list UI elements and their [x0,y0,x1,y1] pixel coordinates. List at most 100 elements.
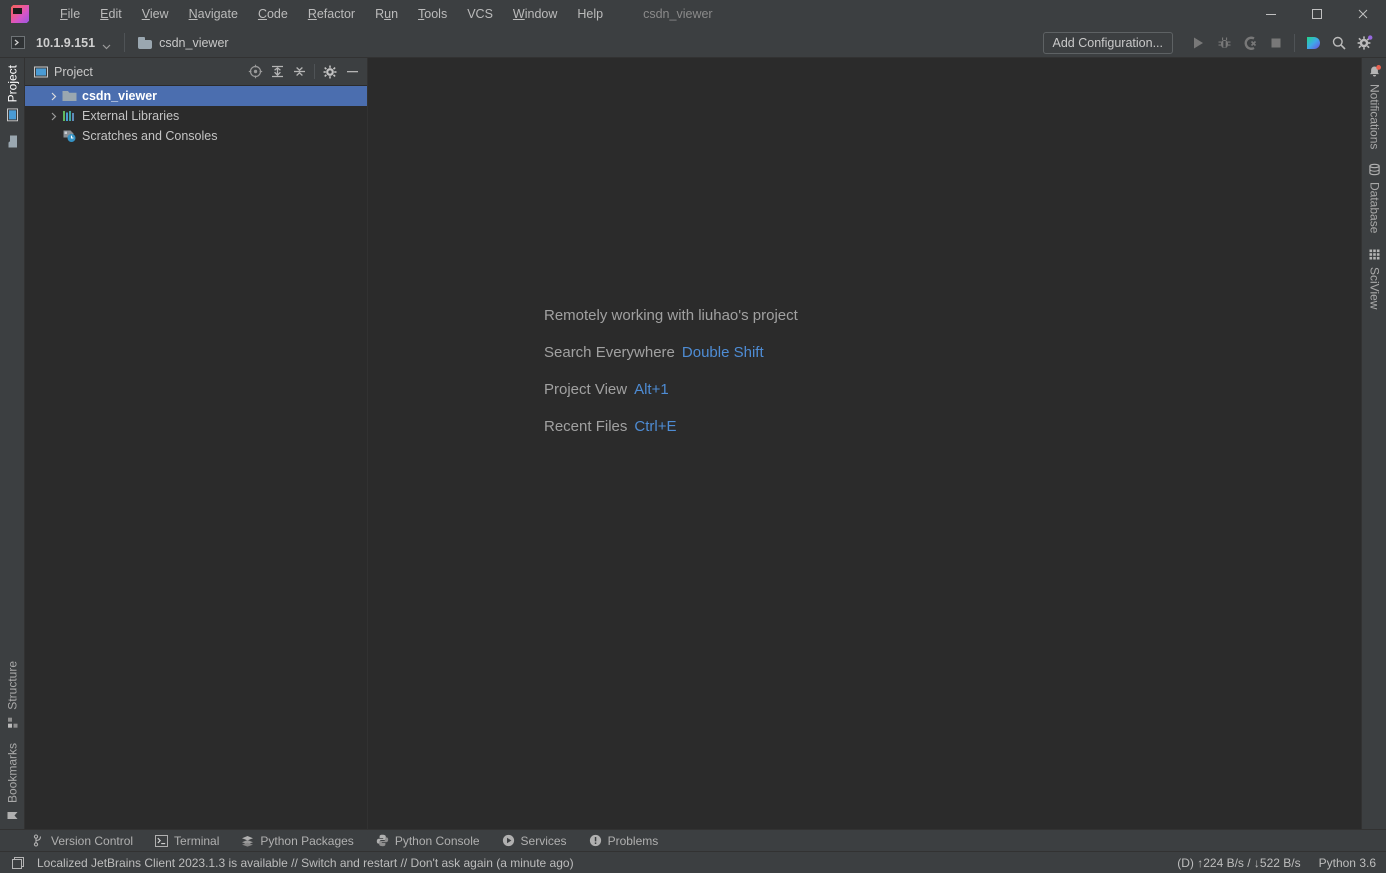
sidebar-item-label: Notifications [1367,84,1382,150]
tree-row[interactable]: csdn_viewer [25,86,367,106]
bottom-tab-terminal[interactable]: Terminal [155,834,233,848]
folder-icon [6,135,19,148]
sidebar-item-files[interactable] [0,128,25,155]
sidebar-item-label: SciView [1367,266,1382,310]
sidebar-item-bookmarks[interactable]: Bookmarks [0,736,25,829]
search-icon[interactable] [1326,30,1352,56]
navbar-divider [124,33,126,52]
breadcrumb[interactable]: csdn_viewer [138,35,229,50]
left-tool-stripe: Project Structure Bookmarks [0,58,25,829]
panel-header-divider [314,64,315,79]
libraries-icon [61,108,77,124]
tree-row[interactable]: Scratches and Consoles [25,126,367,146]
bottom-tab-label: Problems [607,833,659,848]
sidebar-item-project[interactable]: Project [0,58,25,128]
bottom-tab-label: Python Console [394,833,480,848]
status-bar-message[interactable]: Localized JetBrains Client 2023.1.3 is a… [37,856,574,870]
status-bar-right: (D) ↑224 B/s / ↓522 B/s Python 3.6 [1177,856,1376,870]
coverage-icon[interactable] [1237,30,1263,56]
gear-icon[interactable] [1352,30,1378,56]
maximize-button[interactable] [1294,0,1340,28]
terminal-icon [155,834,169,847]
chevron-right-icon[interactable] [47,112,60,121]
tree-row-label: csdn_viewer [82,89,158,103]
bottom-tab-version-control[interactable]: Version Control [32,834,147,848]
navigation-bar: 10.1.9.151 csdn_viewer Add Configuration… [0,28,1386,58]
tip-action-label: Search Everywhere [544,344,675,361]
tip-action-label: Project View [544,381,628,398]
debug-bug-icon[interactable] [1211,30,1237,56]
scratches-icon [61,128,77,144]
bell-icon [1368,65,1381,78]
sidebar-item-structure[interactable]: Structure [0,654,25,736]
expand-all-button[interactable] [266,61,288,83]
sidebar-item-database[interactable]: Database [1362,156,1386,240]
menu-window[interactable]: Window [503,4,567,25]
ide-frame-icon[interactable] [11,856,25,870]
hide-button[interactable] [341,61,363,83]
sidebar-item-label: Database [1367,182,1382,234]
bottom-tab-label: Python Packages [260,833,354,848]
sidebar-item-notifications[interactable]: Notifications [1362,58,1386,156]
menu-vcs[interactable]: VCS [457,4,503,25]
breadcrumb-item-label: csdn_viewer [159,35,229,50]
tree-row[interactable]: External Libraries [25,106,367,126]
tip-shortcut: Ctrl+E [634,418,677,435]
branch-icon [32,834,45,847]
menu-run[interactable]: Run [365,4,408,25]
menu-refactor[interactable]: Refactor [298,4,365,25]
tree-row-label: External Libraries [82,109,180,123]
status-bar: Localized JetBrains Client 2023.1.3 is a… [0,851,1386,873]
menu-code[interactable]: Code [248,4,298,25]
structure-icon [6,716,19,729]
close-button[interactable] [1340,0,1386,28]
bottom-tab-label: Terminal [174,833,220,848]
right-tool-stripe: Notifications Database SciView [1361,58,1386,829]
window-title: csdn_viewer [643,7,713,21]
project-window-icon [34,65,48,79]
bottom-tab-python-console[interactable]: Python Console [376,834,494,848]
menu-navigate[interactable]: Navigate [179,4,248,25]
services-play-icon [502,834,515,847]
bottom-tool-stripe: Version Control Terminal Python Packages… [0,829,1386,851]
menu-edit[interactable]: Edit [90,4,132,25]
chevron-down-icon [102,38,111,50]
project-tree[interactable]: csdn_viewer External Libraries Scratches… [25,85,367,829]
tip-action-label: Recent Files [544,418,628,435]
remote-host-label: 10.1.9.151 [36,35,96,50]
pycharm-logo-icon [11,5,29,23]
network-throughput-indicator[interactable]: (D) ↑224 B/s / ↓522 B/s [1177,856,1300,870]
tree-row-label: Scratches and Consoles [82,129,218,143]
minimize-button[interactable] [1248,0,1294,28]
bottom-tab-python-packages[interactable]: Python Packages [241,834,367,848]
sciview-grid-icon [1368,248,1381,261]
menu-tools[interactable]: Tools [408,4,457,25]
bottom-tab-label: Version Control [51,833,134,848]
scroll-from-source-button[interactable] [244,61,266,83]
bottom-tab-problems[interactable]: Problems [589,834,673,848]
add-configuration-button[interactable]: Add Configuration... [1042,32,1173,54]
project-tool-window: Project csdn_viewer External Libraries S… [25,58,368,829]
menu-view[interactable]: View [132,4,179,25]
remote-host-icon[interactable] [10,35,26,51]
menu-file[interactable]: File [50,4,90,25]
menu-bar: File Edit View Navigate Code Refactor Ru… [50,4,613,25]
project-panel-title: Project [54,64,93,79]
options-button[interactable] [319,61,341,83]
remote-host-selector[interactable]: 10.1.9.151 [36,36,111,50]
collapse-all-button[interactable] [288,61,310,83]
run-button[interactable] [1185,30,1211,56]
welcome-heading: Remotely working with liuhao's project [544,307,798,324]
menu-help[interactable]: Help [567,4,613,25]
stop-square-icon[interactable] [1263,30,1289,56]
tip-shortcut: Double Shift [681,344,764,361]
bottom-tab-services[interactable]: Services [502,834,581,848]
sidebar-item-sciview[interactable]: SciView [1362,241,1386,316]
ai-assistant-icon[interactable] [1300,30,1326,56]
tip-shortcut: Alt+1 [634,381,669,398]
interpreter-indicator[interactable]: Python 3.6 [1319,856,1376,870]
main-toolbar-actions: Add Configuration... [1042,28,1379,58]
welcome-tip-search-everywhere: Search Everywhere Double Shift [544,343,798,363]
chevron-right-icon[interactable] [47,92,60,101]
folder-icon [61,88,77,104]
